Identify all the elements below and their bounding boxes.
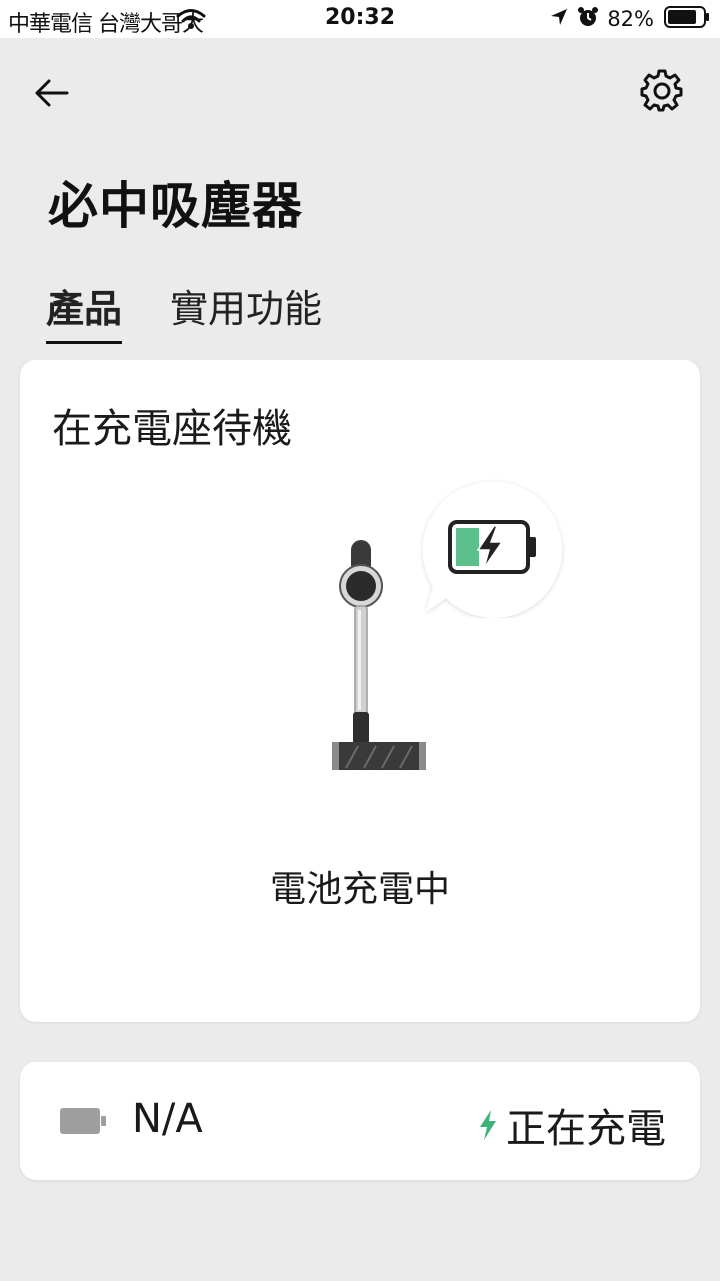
charging-status-text: 電池充電中 — [269, 869, 450, 910]
arrow-left-icon — [35, 79, 69, 107]
device-state-title: 在充電座待機 — [52, 406, 292, 452]
vacuum-illustration — [332, 540, 426, 770]
settings-button[interactable] — [638, 66, 686, 114]
back-button[interactable] — [30, 72, 72, 114]
tab-bar: 產品 實用功能 — [46, 278, 322, 344]
status-bar: 中華電信 台灣大哥大 20:32 82% — [0, 0, 720, 38]
gear-icon — [640, 69, 683, 112]
battery-icon — [664, 6, 710, 32]
location-arrow-icon — [549, 7, 569, 31]
alarm-clock-icon — [577, 6, 599, 32]
battery-info-card: N/A 正在充電 — [20, 1062, 700, 1180]
battery-percent: 82% — [607, 7, 654, 31]
lightning-bolt-icon — [480, 1110, 496, 1140]
device-status-card[interactable]: 在充電座待機 電池充電中 — [20, 360, 700, 1022]
battery-empty-icon — [60, 1108, 106, 1134]
tab-features[interactable]: 實用功能 — [170, 278, 322, 344]
charging-label: 正在充電 — [506, 1106, 666, 1152]
page-title: 必中吸塵器 — [48, 177, 303, 235]
battery-level-value: N/A — [132, 1096, 203, 1142]
battery-charging-bubble — [422, 481, 562, 618]
tab-product[interactable]: 產品 — [46, 278, 123, 344]
